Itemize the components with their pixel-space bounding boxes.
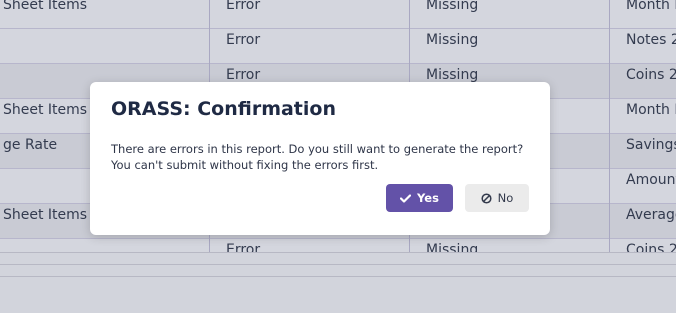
yes-button-label: Yes <box>417 191 439 205</box>
table-cell: Missing <box>409 239 609 252</box>
table-row: Sheet Items Error Missing Month E <box>0 0 676 29</box>
table-cell: Error <box>209 239 409 252</box>
table-cell: Error <box>209 29 409 64</box>
confirmation-dialog: ORASS: Confirmation There are errors in … <box>90 82 550 235</box>
table-cell: Missing <box>409 0 609 29</box>
table-cell <box>0 29 209 64</box>
table-row: Error Missing Coins 2 <box>0 239 676 252</box>
table-cell: Coins 2. <box>609 64 676 99</box>
yes-button[interactable]: Yes <box>386 184 453 212</box>
table-cell: Average <box>609 204 676 239</box>
table-cell: Month E <box>609 0 676 29</box>
table-cell: Month E <box>609 99 676 134</box>
table-cell: Notes 2 <box>609 29 676 64</box>
divider <box>0 252 676 253</box>
table-cell: Sheet Items <box>3 0 88 13</box>
table-cell <box>0 239 209 252</box>
dialog-message: There are errors in this report. Do you … <box>111 141 531 173</box>
table-cell: Error <box>209 0 409 29</box>
table-cell: Coins 2 <box>609 239 676 252</box>
table-row: Error Missing Notes 2 <box>0 29 676 64</box>
no-button-label: No <box>497 191 514 205</box>
ban-icon <box>481 192 492 204</box>
no-button[interactable]: No <box>465 184 529 212</box>
divider <box>0 276 676 277</box>
dialog-message-line: You can't submit without fixing the erro… <box>111 158 379 172</box>
check-icon <box>400 193 412 203</box>
dialog-message-line: There are errors in this report. Do you … <box>111 142 524 156</box>
dialog-title: ORASS: Confirmation <box>111 98 336 120</box>
divider <box>0 264 676 265</box>
table-cell: Savings) <box>609 134 676 169</box>
table-cell: Amount <box>609 169 676 204</box>
table-cell: Missing <box>409 29 609 64</box>
